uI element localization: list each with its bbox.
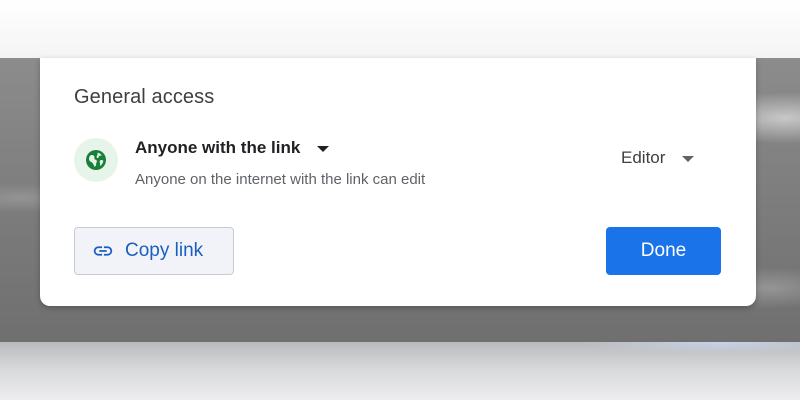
- link-icon: [93, 246, 113, 256]
- access-scope-label: Anyone with the link: [135, 138, 301, 157]
- access-scope-dropdown[interactable]: Anyone with the link: [135, 138, 330, 158]
- copy-link-button[interactable]: Copy link: [74, 227, 234, 275]
- share-dialog: General access Anyone with the link Anyo…: [40, 58, 756, 306]
- done-label: Done: [640, 240, 687, 261]
- caret-down-icon: [682, 155, 695, 162]
- copy-link-label: Copy link: [125, 240, 204, 261]
- bottom-background: [0, 342, 800, 400]
- globe-icon-badge: [74, 138, 118, 182]
- screen: General access Anyone with the link Anyo…: [0, 0, 800, 400]
- role-dropdown[interactable]: Editor: [621, 148, 695, 168]
- globe-icon: [86, 150, 106, 170]
- role-label: Editor: [621, 148, 666, 167]
- caret-down-icon: [317, 145, 330, 152]
- done-button[interactable]: Done: [606, 227, 721, 275]
- general-access-heading: General access: [74, 86, 215, 108]
- top-background: [0, 0, 800, 58]
- access-description: Anyone on the internet with the link can…: [135, 171, 426, 188]
